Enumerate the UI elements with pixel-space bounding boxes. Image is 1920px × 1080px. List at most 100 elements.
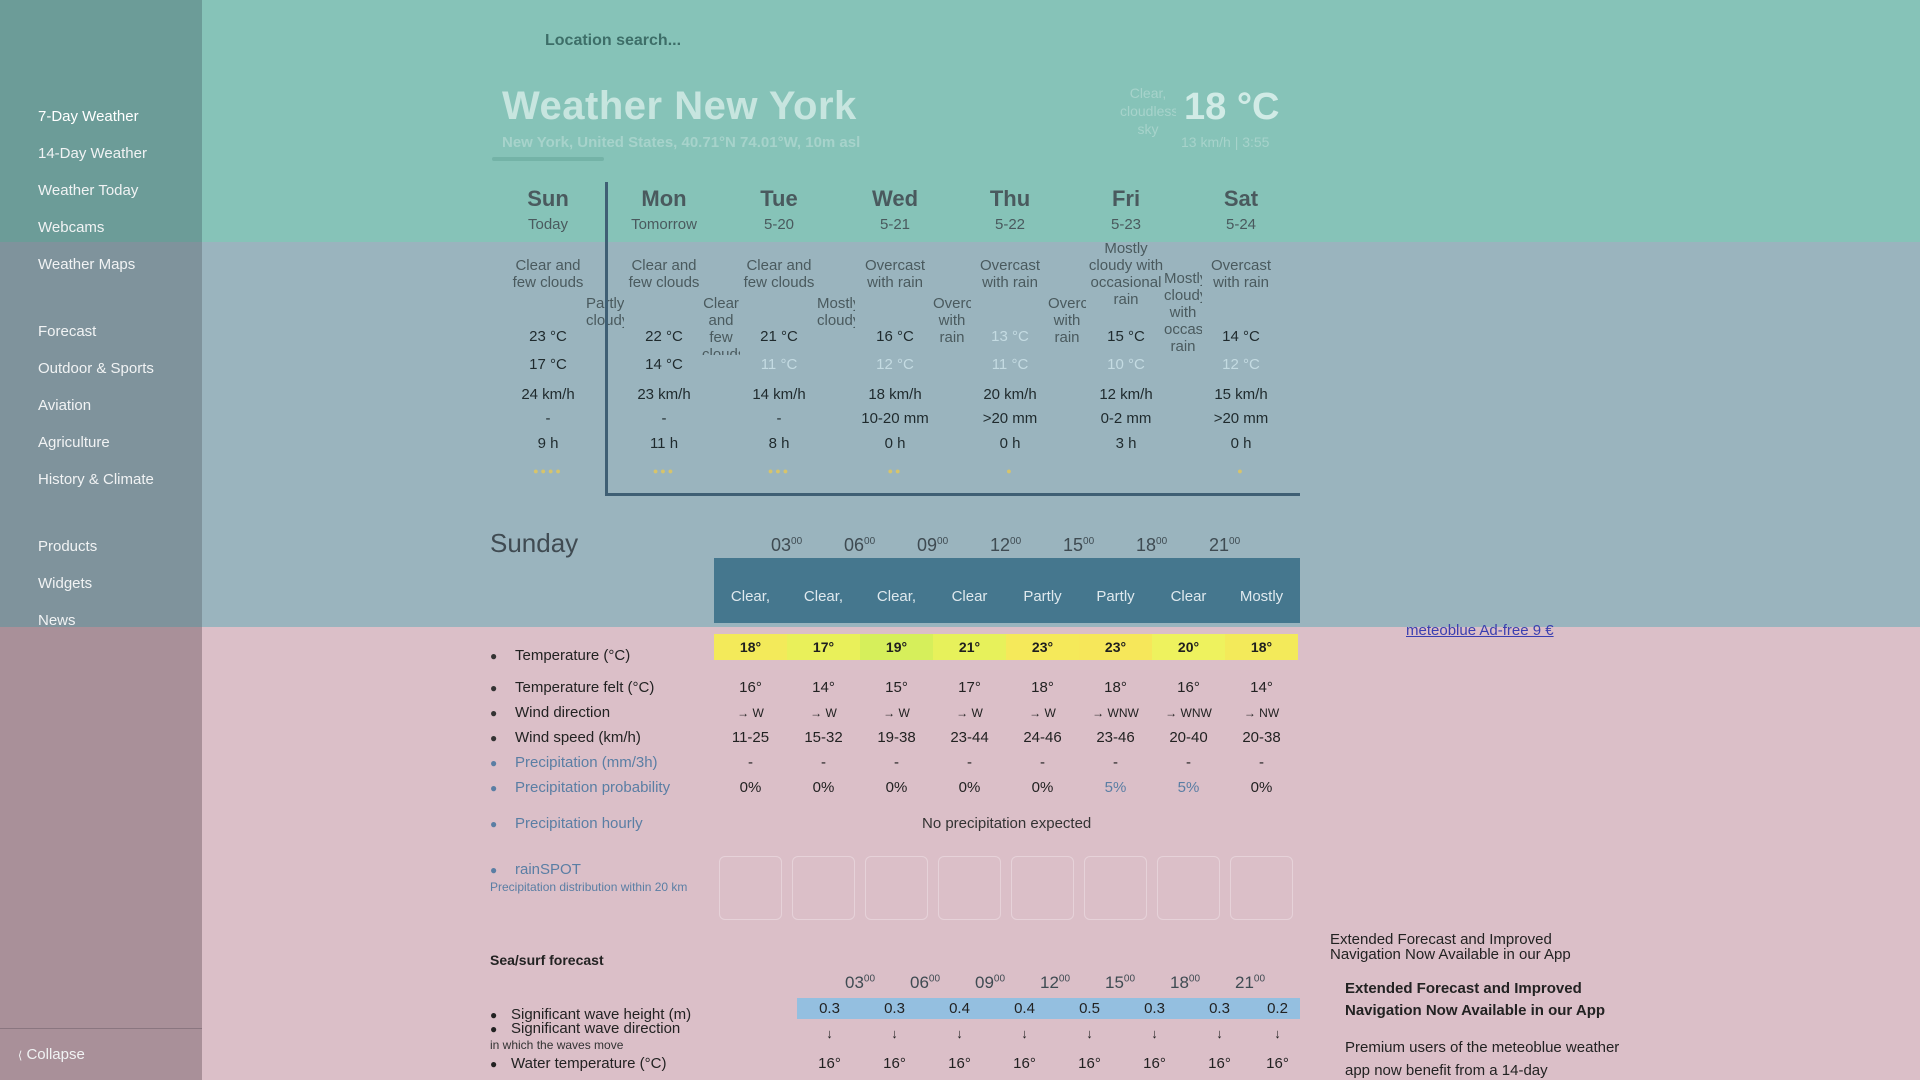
search-input[interactable]: Location search...: [545, 32, 681, 50]
row-label-felt: ● Temperature felt (°C): [490, 679, 654, 696]
row-cell-precip-prob: 0%: [1250, 779, 1273, 796]
rainspot-box[interactable]: [1230, 856, 1293, 920]
wave-direction-arrow-icon: ↓: [1216, 1026, 1223, 1041]
selected-day-border: [605, 182, 608, 496]
water-temperature-cell: 16°: [818, 1055, 841, 1072]
sea-hour-label: 1200: [1040, 973, 1070, 993]
day-column-thu[interactable]: Thu 5-22: [952, 186, 1068, 233]
hourly-weather-icon: Clear,: [803, 588, 844, 605]
wind-speed: 23 km/h: [637, 386, 691, 403]
weather-icon: Mostly cloudy: [817, 295, 855, 329]
sidebar-item-news[interactable]: News: [38, 612, 76, 629]
day-column-fri[interactable]: Fri 5-23: [1068, 186, 1184, 233]
promo-image[interactable]: Extended Forecast and Improved Navigatio…: [1330, 932, 1610, 962]
day-date: 5-20: [763, 216, 795, 233]
minute-value: 00: [1253, 973, 1266, 985]
wave-height-cell: 0.5: [1079, 1000, 1100, 1017]
no-precipitation-text: No precipitation expected: [922, 815, 1092, 832]
day-column-tue[interactable]: Tue 5-20: [721, 186, 837, 233]
rainspot-row[interactable]: ● rainSPOT: [490, 861, 581, 878]
rainspot-box[interactable]: [865, 856, 928, 920]
day-date: 5-24: [1225, 216, 1257, 233]
current-temperature: 18 °C: [1184, 86, 1280, 128]
row-cell-felt: 18°: [1104, 679, 1127, 696]
row-cell-wind-speed: 15-32: [804, 729, 843, 746]
max-temperature: 21 °C: [760, 328, 798, 345]
temperature-cell: 18°: [1225, 634, 1298, 660]
row-cell-felt: 16°: [1177, 679, 1200, 696]
row-cell-wind-speed: 20-38: [1242, 729, 1281, 746]
hourly-weather-icon: Partly: [1023, 588, 1062, 605]
wave-direction-arrow-icon: ↓: [1274, 1026, 1281, 1041]
minute-value: 00: [1156, 536, 1168, 547]
ad-free-link[interactable]: meteoblue Ad-free 9 €: [1406, 622, 1554, 639]
precipitation-hourly-row[interactable]: ● Precipitation hourly: [490, 815, 643, 832]
sidebar-item-weather-maps[interactable]: Weather Maps: [38, 256, 135, 273]
predictability-dots: ●●●●: [533, 466, 563, 476]
wave-direction-arrow-icon: ↓: [826, 1026, 833, 1041]
thermometer-icon: ●: [490, 649, 498, 663]
hour-label: 1500: [1063, 535, 1094, 556]
row-label-text: Temperature felt (°C): [515, 679, 655, 696]
day-column-mon[interactable]: Mon Tomorrow: [606, 186, 722, 233]
rainspot-box[interactable]: [1157, 856, 1220, 920]
sidebar-item-weather-today[interactable]: Weather Today: [38, 182, 138, 199]
minute-value: 00: [928, 973, 941, 985]
sidebar-item-forecast[interactable]: Forecast: [38, 323, 96, 340]
row-cell-precip-prob: 0%: [958, 779, 981, 796]
rainspot-box[interactable]: [938, 856, 1001, 920]
hour-value: 21: [1209, 535, 1230, 555]
water-temperature-cell: 16°: [1266, 1055, 1289, 1072]
day-column-sun[interactable]: Sun Today: [490, 186, 606, 233]
sunshine-hours: 0 h: [1230, 435, 1252, 452]
wind-icon: ●: [490, 731, 498, 745]
precipitation-amount: 0-2 mm: [1100, 410, 1152, 427]
wave-direction-note: in which the waves move: [490, 1038, 624, 1052]
chevron-left-icon: ⟨: [18, 1050, 23, 1062]
temperature-cell: 18°: [714, 634, 787, 660]
wind-direction-icon: ●: [490, 706, 498, 720]
row-cell-wind-dir: → W: [810, 706, 837, 720]
row-label-wind-speed: ● Wind speed (km/h): [490, 729, 641, 746]
rainspot-box[interactable]: [792, 856, 855, 920]
sidebar-item-products[interactable]: Products: [38, 538, 97, 555]
drop-icon: ●: [490, 756, 498, 770]
row-cell-wind-speed: 23-46: [1096, 729, 1135, 746]
selected-day-border-bottom: [605, 493, 1300, 496]
sidebar-item-webcams[interactable]: Webcams: [38, 219, 104, 236]
hour-label: 0300: [771, 535, 802, 556]
sidebar-item-history-climate[interactable]: History & Climate: [38, 471, 154, 488]
minute-value: 00: [1083, 536, 1095, 547]
max-temperature: 23 °C: [529, 328, 567, 345]
day-date: Today: [527, 216, 569, 233]
day-column-wed[interactable]: Wed 5-21: [837, 186, 953, 233]
sidebar-item-outdoor-sports[interactable]: Outdoor & Sports: [38, 360, 154, 377]
weather-icon: Overcast with rain: [1048, 295, 1086, 346]
sidebar-item-7-day-weather[interactable]: 7-Day Weather: [38, 108, 139, 125]
water-temperature-label: ● Water temperature (°C): [490, 1055, 667, 1072]
day-column-sat[interactable]: Sat 5-24: [1183, 186, 1299, 233]
sidebar-item-aviation[interactable]: Aviation: [38, 397, 91, 414]
sidebar-item-agriculture[interactable]: Agriculture: [38, 434, 110, 451]
rainspot-box[interactable]: [1084, 856, 1147, 920]
min-temperature: 12 °C: [1222, 356, 1260, 373]
hourly-weather-icon: Clear,: [730, 588, 771, 605]
hourly-weather-icon: Partly: [1096, 588, 1135, 605]
drop-icon: ●: [490, 817, 498, 831]
row-cell-precip-prob: 0%: [1031, 779, 1054, 796]
max-temperature: 22 °C: [645, 328, 683, 345]
min-temperature: 11 °C: [991, 356, 1029, 373]
wave-direction-arrow-icon: ↓: [1151, 1026, 1158, 1041]
hourly-weather-icon: Clear: [951, 588, 988, 605]
sidebar-item-widgets[interactable]: Widgets: [38, 575, 92, 592]
promo-title[interactable]: Extended Forecast and Improved Navigatio…: [1345, 978, 1625, 1022]
rainspot-box[interactable]: [719, 856, 782, 920]
row-cell-wind-dir: → WNW: [1092, 706, 1139, 720]
sunshine-hours: 9 h: [537, 435, 559, 452]
row-label-text: Precipitation probability: [515, 779, 671, 796]
collapse-button[interactable]: ⟨ Collapse: [0, 1028, 202, 1080]
temperature-cell: 20°: [1152, 634, 1225, 660]
sidebar-item-14-day-weather[interactable]: 14-Day Weather: [38, 145, 147, 162]
rainspot-box[interactable]: [1011, 856, 1074, 920]
location-subtitle: New York, United States, 40.71°N 74.01°W…: [502, 134, 861, 151]
